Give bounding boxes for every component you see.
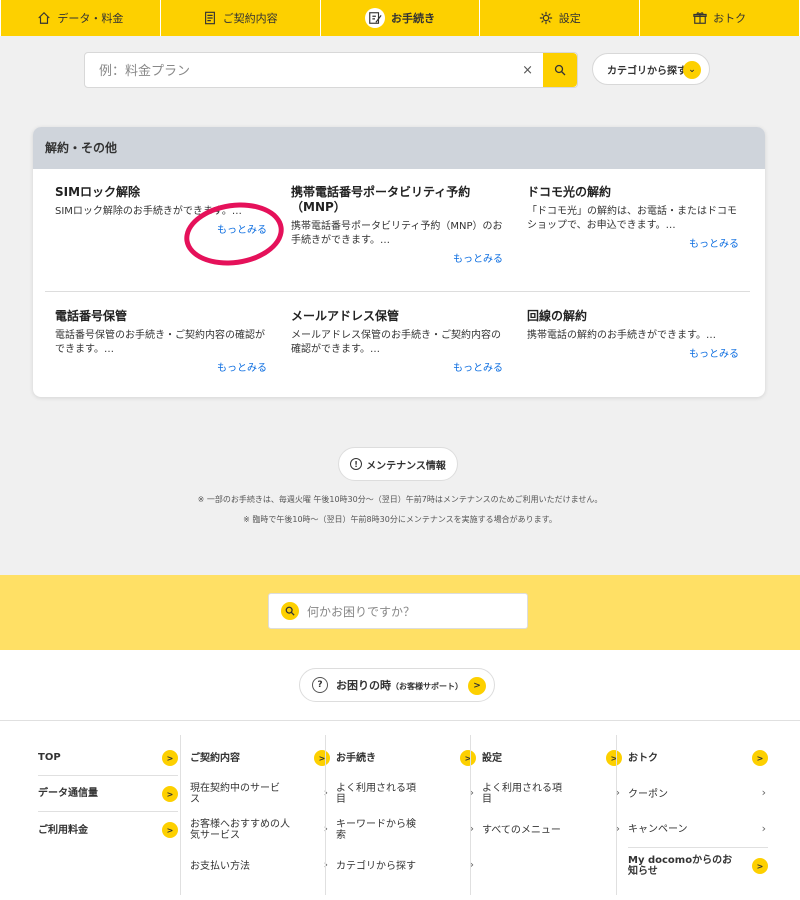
chevron-right-icon: > (162, 822, 178, 838)
footer-separator (616, 735, 617, 895)
home-icon (38, 11, 51, 24)
footer-link[interactable]: ご契約内容 > (190, 740, 330, 776)
search-icon (554, 64, 566, 76)
tab-procedures[interactable]: お手続き (319, 0, 480, 36)
tab-label: ご契約内容 (222, 12, 278, 25)
search-button[interactable] (543, 53, 577, 87)
category-search-button[interactable]: カテゴリから探す ⌄ (592, 53, 710, 85)
tab-label: データ・料金 (57, 12, 124, 25)
help-search-input[interactable]: 何かお困りですか？ (268, 593, 528, 629)
chevron-right-icon: › (761, 822, 766, 835)
tab-settings[interactable]: 設定 (479, 0, 639, 36)
chevron-right-icon: > (752, 858, 768, 874)
more-link[interactable]: もっとみる (527, 345, 739, 360)
maintenance-button[interactable]: ! メンテナンス情報 (338, 447, 458, 481)
tab-label: おトク (713, 12, 747, 25)
search-icon (281, 602, 299, 620)
footer-link[interactable]: ご利用料金 > (38, 812, 178, 848)
item-desc: メールアドレス保管のお手続き・ご契約内容の確認ができます。… (291, 330, 501, 355)
category-label: カテゴリから探す (607, 65, 687, 77)
item-desc: 携帯電話番号ポータビリティ予約（MNP）のお手続きができます。… (291, 221, 503, 246)
footer-separator (325, 735, 326, 895)
chevron-right-icon: > (752, 750, 768, 766)
item-desc: 電話番号保管のお手続き・ご契約内容の確認ができます。… (55, 330, 265, 355)
footer-link[interactable]: すべてのメニュー › (482, 812, 622, 848)
maintenance-label: メンテナンス情報 (366, 460, 446, 472)
info-icon: ! (350, 458, 363, 470)
support-sub: （お客様サポート） (391, 682, 463, 691)
maintenance-note: ※ 一部のお手続きは、毎週火曜 午後10時30分～（翌日）午前7時はメンテナンス… (197, 495, 603, 504)
clear-button[interactable]: × (522, 63, 533, 78)
more-link[interactable]: もっとみる (55, 359, 267, 374)
chevron-right-icon: > (314, 750, 330, 766)
chevron-right-icon: > (460, 750, 476, 766)
card-item-line-cancel: 回線の解約 携帯電話の解約のお手続きができます。… もっとみる (527, 309, 739, 360)
card-item-mnp: 携帯電話番号ポータビリティ予約（MNP） 携帯電話番号ポータビリティ予約（MNP… (291, 185, 503, 265)
item-title[interactable]: 携帯電話番号ポータビリティ予約（MNP） (291, 185, 503, 215)
chevron-right-icon: > (468, 677, 486, 695)
cancellation-card: 解約・その他 SIMロック解除 SIMロック解除のお手続きができます。… もっと… (33, 127, 765, 397)
footer-link[interactable]: よく利用される項目 › (482, 776, 622, 812)
footer-link[interactable]: お客様へおすすめの人気サービス› (190, 812, 330, 848)
item-title[interactable]: ドコモ光の解約 (527, 185, 739, 200)
pencil-note-icon (369, 12, 382, 24)
card-heading: 解約・その他 (33, 127, 765, 169)
chevron-right-icon: > (162, 786, 178, 802)
footer-col-procedures: お手続き > よく利用される項目 › キーワードから検索 › カテゴリから探す › (336, 740, 476, 884)
item-title[interactable]: 回線の解約 (527, 309, 739, 324)
card-item-mail-storage: メールアドレス保管 メールアドレス保管のお手続き・ご契約内容の確認ができます。…… (291, 309, 503, 374)
item-title[interactable]: SIMロック解除 (55, 185, 267, 200)
footer-link[interactable]: クーポン › (628, 776, 768, 812)
footer-link[interactable]: My docomoからのお知らせ > (628, 848, 768, 884)
more-link[interactable]: もっとみる (527, 235, 739, 250)
footer-link[interactable]: キーワードから検索 › (336, 812, 476, 848)
footer-col-contract: ご契約内容> 現在契約中のサービス› お客様へおすすめの人気サービス› お支払い… (190, 740, 330, 884)
chevron-right-icon: › (761, 786, 766, 799)
footer-link[interactable]: TOP > (38, 740, 178, 776)
maintenance-note: ※ 臨時で午後10時～（翌日）午前8時30分にメンテナンスを実施する場合がありま… (243, 515, 557, 524)
more-link[interactable]: もっとみる (291, 250, 503, 265)
footer-separator (180, 735, 181, 895)
document-icon (204, 11, 215, 25)
card-item-docomo-hikari: ドコモ光の解約 「ドコモ光」の解約は、お電話・またはドコモショップで、お申込でき… (527, 185, 739, 250)
chevron-down-icon: ⌄ (683, 61, 701, 79)
footer-link[interactable]: キャンペーン › (628, 812, 768, 848)
more-link[interactable]: もっとみる (291, 359, 503, 374)
footer-link[interactable]: よく利用される項目 › (336, 776, 476, 812)
top-nav: データ・料金 ご契約内容 お手続き 設定 おトク (0, 0, 800, 36)
footer-link[interactable]: 現在契約中のサービス› (190, 776, 330, 812)
tab-contract[interactable]: ご契約内容 (159, 0, 320, 36)
gear-icon (539, 11, 552, 25)
help-placeholder: 何かお困りですか？ (307, 604, 416, 619)
item-desc: 携帯電話の解約のお手続きができます。… (527, 330, 716, 341)
footer-link[interactable]: おトク > (628, 740, 768, 776)
item-desc: 「ドコモ光」の解約は、お電話・またはドコモショップで、お申込できます。… (527, 206, 737, 231)
search-input[interactable] (99, 61, 499, 81)
support-label: お困りの時 (336, 679, 391, 692)
card-item-number-storage: 電話番号保管 電話番号保管のお手続き・ご契約内容の確認ができます。… もっとみる (55, 309, 267, 374)
tab-data-charges[interactable]: データ・料金 (0, 0, 160, 36)
search-box: × (84, 52, 578, 88)
footer-separator (470, 735, 471, 895)
footer-link[interactable]: 設定 > (482, 740, 622, 776)
footer-link[interactable]: データ通信量 > (38, 776, 178, 812)
tab-deals[interactable]: おトク (639, 0, 800, 36)
tab-label: お手続き (390, 12, 435, 25)
item-title[interactable]: 電話番号保管 (55, 309, 267, 324)
gift-icon (693, 12, 707, 24)
footer-col-settings: 設定 > よく利用される項目 › すべてのメニュー › (482, 740, 622, 848)
footer-col-top: TOP > データ通信量 > ご利用料金 > (38, 740, 178, 848)
footer-link[interactable]: お支払い方法› (190, 848, 330, 884)
footer-link[interactable]: お手続き > (336, 740, 476, 776)
chevron-right-icon: > (162, 750, 178, 766)
row-divider (45, 291, 750, 292)
item-title[interactable]: メールアドレス保管 (291, 309, 503, 324)
footer-col-deals: おトク > クーポン › キャンペーン › My docomoからのお知らせ > (628, 740, 768, 884)
tab-label: 設定 (558, 12, 581, 25)
footer-link[interactable]: カテゴリから探す › (336, 848, 476, 884)
chevron-right-icon: > (606, 750, 622, 766)
question-icon: ? (312, 677, 328, 693)
footer-divider (0, 720, 800, 721)
support-button[interactable]: ? お困りの時（お客様サポート） > (299, 668, 495, 702)
